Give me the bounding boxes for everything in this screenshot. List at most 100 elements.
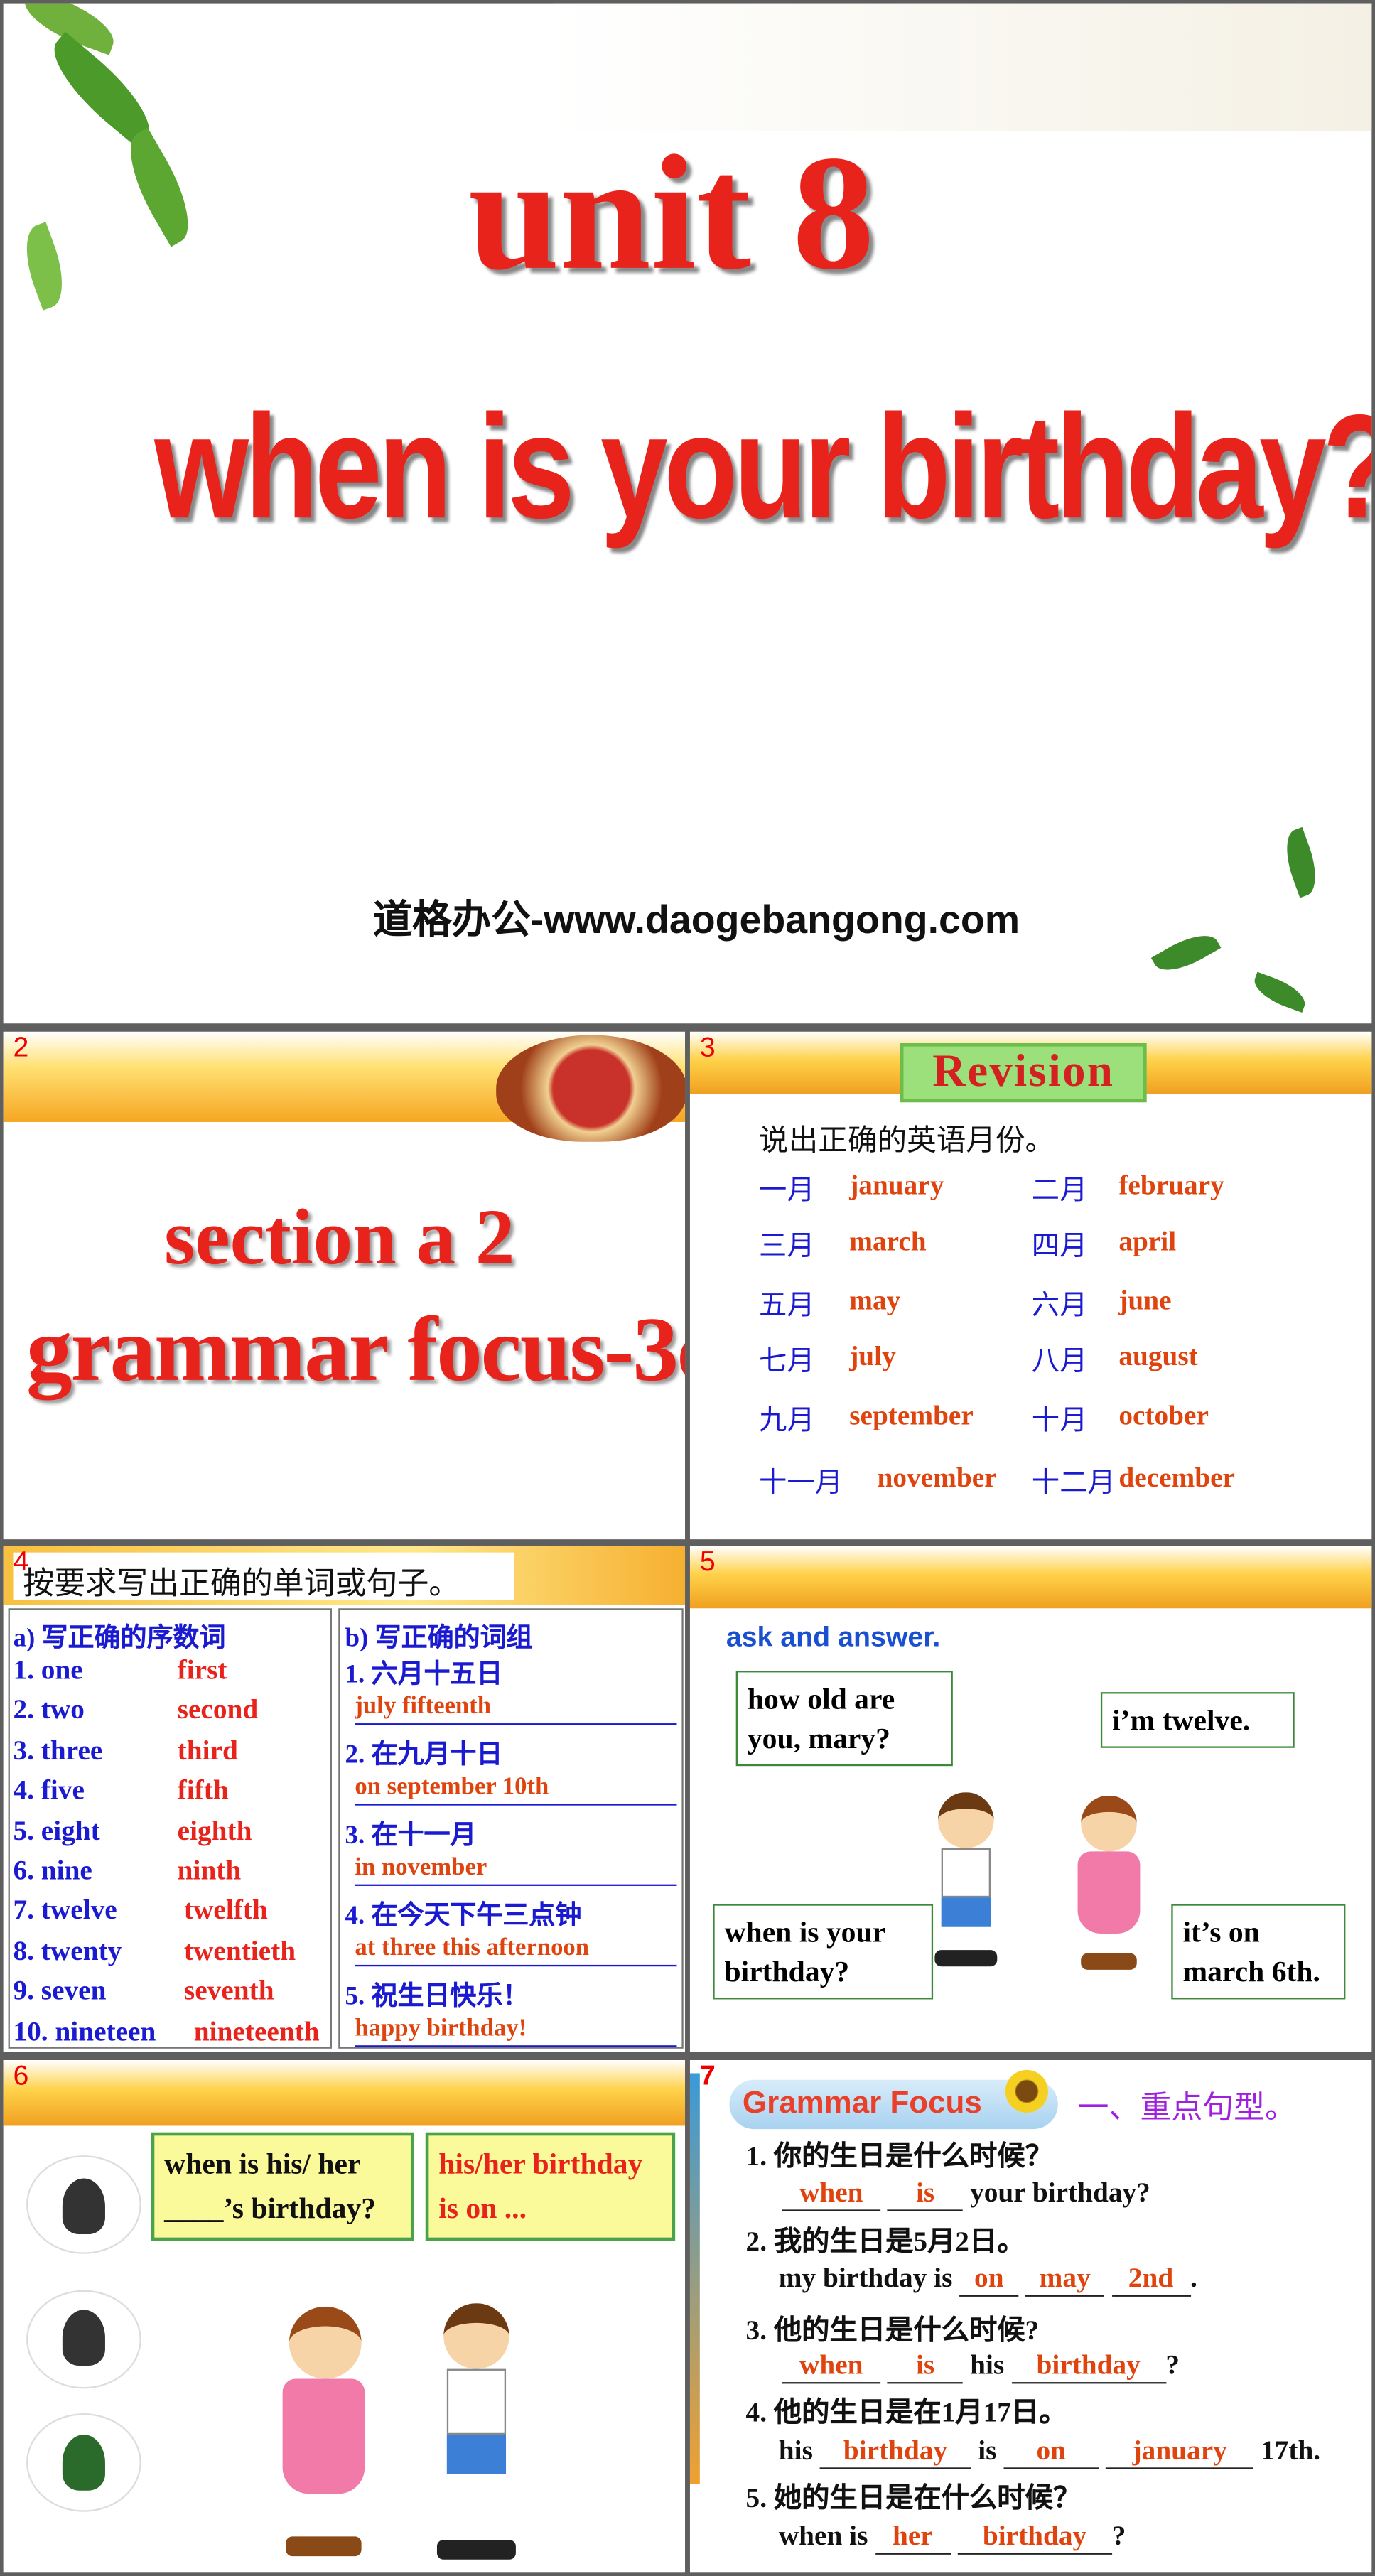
month-chinese: 十月 [1031, 1404, 1088, 1436]
slide-title: unit 8 [468, 122, 875, 304]
ordinal-number: twentieth [183, 1934, 296, 1966]
phrase-prompt: 5. 祝生日快乐！ [345, 1983, 529, 2011]
cardinal-number: 1. one [13, 1654, 83, 1686]
month-chinese: 十一月 [759, 1467, 843, 1499]
question-2: 2. 我的生日是5月2日。 [745, 2226, 1025, 2258]
ordinal-number: third [177, 1734, 238, 1766]
speech-bubble-question: when is his/ her ____’s birthday? [151, 2132, 414, 2241]
cardinal-number: 10. nineteen [13, 2015, 156, 2047]
sunflower-icon [1005, 2069, 1048, 2113]
phrase-answer: happy birthday! [355, 2012, 677, 2047]
answer-text: my birthday is [778, 2262, 953, 2294]
answer-text: ? [1165, 2349, 1180, 2381]
cardinal-number: 5. eight [13, 1814, 100, 1846]
phrase-answer: in november [355, 1851, 677, 1886]
side-stripe [689, 2073, 700, 2484]
birthday-cake-icon [496, 1035, 686, 1142]
slide-6[interactable]: 6 when is his/ her ____’s birthday? his/… [3, 2059, 686, 2573]
month-english: december [1118, 1462, 1236, 1494]
slide-4[interactable]: 4 按要求写出正确的单词或句子。 a) 写正确的序数词 b) 写正确的词组 1.… [3, 1546, 686, 2052]
girl-illustration-icon [1068, 1795, 1150, 1976]
blank: is [887, 2349, 964, 2384]
boy-illustration-icon [928, 1792, 1003, 1973]
month-english: november [877, 1462, 997, 1494]
ordinal-number: second [177, 1694, 259, 1726]
blank: birthday [819, 2435, 971, 2469]
month-english: may [849, 1284, 901, 1316]
month-english: march [849, 1225, 927, 1257]
phrase-answer: on september 10th [355, 1771, 677, 1806]
ordinal-number: twelfth [183, 1895, 268, 1926]
instruction: 说出正确的英语月份。 [759, 1123, 1055, 1157]
column-b-title: b) 写正确的词组 [345, 1624, 533, 1653]
phrase-prompt: 3. 在十一月 [345, 1821, 477, 1850]
cardinal-number: 4. five [13, 1774, 85, 1806]
month-chinese: 四月 [1031, 1230, 1088, 1262]
blank: january [1106, 2435, 1254, 2469]
month-chinese: 七月 [759, 1345, 815, 1377]
cardinal-number: 7. twelve [13, 1895, 117, 1926]
cardinal-number: 3. three [13, 1734, 103, 1766]
answer-1: when is your birthday? [782, 2177, 1150, 2211]
phrase-prompt: 2. 在九月十日 [345, 1741, 503, 1769]
slide-5[interactable]: 5 ask and answer. how old are you, mary?… [689, 1546, 1372, 2052]
question-5: 5. 她的生日是在什么时候？ [745, 2482, 1082, 2514]
month-chinese: 十二月 [1031, 1467, 1116, 1499]
speech-bubble-answer-age: i’m twelve. [1100, 1692, 1295, 1748]
slide-1[interactable]: unit 8 when is your birthday? 道格办公-www.d… [3, 3, 1372, 1024]
answer-text: 17th. [1261, 2435, 1321, 2467]
section-subtitle: grammar focus-3c [26, 1299, 686, 1401]
month-english: june [1118, 1284, 1172, 1316]
answer-text: . [1190, 2262, 1197, 2294]
answer-text: when is [778, 2520, 868, 2552]
month-chinese: 五月 [759, 1289, 815, 1321]
slide-number: 7 [699, 2059, 716, 2091]
slide-7[interactable]: 7 Grammar Focus 一、重点句型。 1. 你的生日是什么时候？ wh… [689, 2059, 1372, 2573]
speech-bubble-question-age: how old are you, mary? [735, 1671, 953, 1767]
ordinal-number: fifth [177, 1774, 229, 1806]
activity-heading: ask and answer. [726, 1621, 941, 1653]
blank: birthday [957, 2520, 1112, 2555]
slide-subtitle: when is your birthday? [154, 386, 1372, 551]
slide-number: 3 [699, 1031, 716, 1063]
blank: when [782, 2177, 881, 2211]
phrase-answer: july fifteenth [355, 1691, 677, 1725]
blank: is [887, 2177, 964, 2211]
blank: birthday [1011, 2349, 1166, 2384]
answer-5: when is her birthday? [779, 2520, 1126, 2555]
cardinal-number: 8. twenty [13, 1934, 122, 1966]
revision-badge: Revision [900, 1042, 1147, 1103]
month-english: october [1118, 1399, 1209, 1431]
slide-2[interactable]: 2 section a 2 grammar focus-3c [3, 1031, 686, 1540]
question-3: 3. 他的生日是什么时候? [745, 2314, 1040, 2346]
month-english: january [849, 1170, 944, 1201]
month-english: july [849, 1340, 896, 1372]
ordinal-number: nineteenth [193, 2015, 320, 2047]
blank: on [1003, 2435, 1099, 2469]
ordinal-number: first [177, 1654, 227, 1686]
answer-4: his birthday is on january 17th. [779, 2435, 1320, 2469]
column-a-title: a) 写正确的序数词 [13, 1624, 226, 1653]
question-4: 4. 他的生日是在1月17日。 [745, 2396, 1067, 2428]
section-title: section a 2 [164, 1194, 515, 1282]
answer-text: his [970, 2349, 1005, 2381]
blank: her [875, 2520, 951, 2555]
header-text: 按要求写出正确的单词或句子。 [23, 1567, 460, 1602]
slide-3[interactable]: 3 Revision 说出正确的英语月份。 一月 january 二月 februar… [689, 1031, 1372, 1540]
month-english: april [1118, 1225, 1177, 1257]
blank: may [1025, 2262, 1105, 2297]
speech-bubble-answer-birthday: it’s on march 6th. [1171, 1904, 1346, 2000]
ordinal-number: ninth [177, 1855, 242, 1886]
blank: on [959, 2262, 1019, 2297]
answer-2: my birthday is on may 2nd. [779, 2262, 1197, 2297]
slide-number: 6 [13, 2059, 29, 2091]
answer-text: his [778, 2435, 813, 2467]
month-english: september [849, 1399, 974, 1431]
month-chinese: 六月 [1031, 1289, 1088, 1321]
month-chinese: 三月 [759, 1230, 815, 1262]
section-heading: 一、重点句型。 [1077, 2091, 1297, 2126]
blank: 2nd [1111, 2262, 1191, 2297]
phrase-prompt: 1. 六月十五日 [345, 1661, 503, 1689]
answer-text: is [978, 2435, 997, 2467]
month-english: august [1118, 1340, 1198, 1372]
